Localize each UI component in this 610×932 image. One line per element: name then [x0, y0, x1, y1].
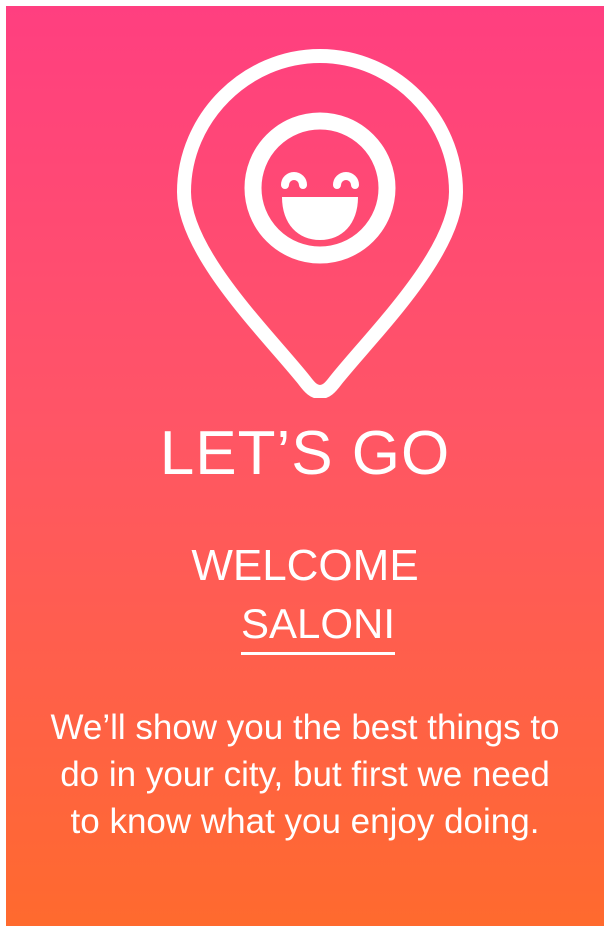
intro-text: We’ll show you the best things to do in … [50, 708, 560, 841]
username-label: SALONI [6, 600, 604, 655]
page-title: LET’S GO [159, 419, 451, 488]
welcome-screen: LET’S GO WELCOME SALONI We’ll show you t… [6, 6, 604, 926]
username-link[interactable]: SALONI [240, 600, 396, 655]
welcome-heading: WELCOME [191, 541, 419, 590]
location-pin-smiley-icon [177, 49, 463, 398]
